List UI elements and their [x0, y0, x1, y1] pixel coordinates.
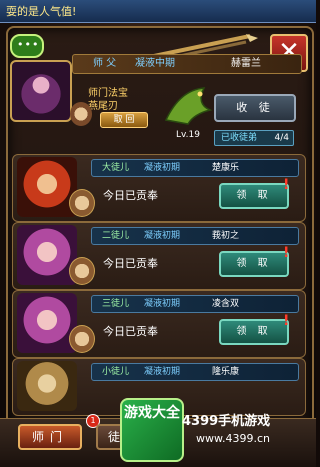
disciple-name: 楚康乐	[212, 163, 240, 173]
master-name: 赫雷兰	[231, 58, 261, 69]
recruited-label: 已收徒弟	[221, 133, 258, 143]
watermark-url: www.4399.cn	[196, 432, 270, 445]
disciple-info-bar: 小徒儿 凝液初期 隆乐康	[91, 363, 299, 381]
disciple-name: 凌含双	[212, 299, 240, 309]
disciple-pet-avatar	[69, 189, 95, 217]
alert-icon: !	[283, 177, 290, 193]
disciple-info-bar: 三徒儿 凝液初期 凌含双	[91, 295, 299, 313]
disciple-info-bar: 大徒儿 凝液初期 楚康乐	[91, 159, 299, 177]
top-banner-text: 耍的是人气值!	[6, 5, 77, 18]
disciple-rank: 大徒儿	[102, 163, 130, 173]
disciple-rank: 三徒儿	[102, 299, 130, 309]
disciple-card-3: 三徒儿 凝液初期 凌含双 今日已贡奉 领 取 !	[12, 290, 306, 358]
chat-icon[interactable]: •••	[10, 34, 44, 58]
claim-button[interactable]: 领 取	[219, 183, 289, 209]
master-pet-avatar	[70, 102, 92, 126]
claim-button[interactable]: 领 取	[219, 319, 289, 345]
4399-logo: 游戏大全	[120, 398, 184, 462]
tribute-status: 今日已贡奉	[103, 257, 158, 270]
disciple-stage: 凝液初期	[144, 299, 181, 309]
chat-icon-glyph: •••	[17, 38, 40, 51]
recruit-button[interactable]: 收 徒	[214, 94, 296, 122]
master-stage: 凝液中期	[135, 58, 175, 69]
disciple-portrait[interactable]	[17, 225, 77, 285]
disciple-rank: 小徒儿	[102, 367, 130, 377]
alert-icon: !	[283, 245, 290, 261]
dragon-pet-icon	[164, 87, 213, 125]
tribute-status: 今日已贡奉	[103, 325, 158, 338]
disciple-portrait[interactable]	[17, 157, 77, 217]
retrieve-button[interactable]: 取 回	[100, 112, 148, 128]
disciple-stage: 凝液初期	[144, 231, 181, 241]
master-level: Lv.19	[176, 130, 200, 140]
disciple-name: 莪初之	[212, 231, 240, 241]
disciple-stage: 凝液初期	[144, 163, 181, 173]
claim-button[interactable]: 领 取	[219, 251, 289, 277]
master-header-bar: 师 父 凝液中期 赫雷兰	[72, 54, 302, 74]
recruited-count: 4/4	[274, 133, 289, 143]
treasure-name: 燕尾刃	[88, 101, 118, 112]
disciple-pet-avatar	[69, 257, 95, 285]
disciple-card-2: 二徒儿 凝液初期 莪初之 今日已贡奉 领 取 !	[12, 222, 306, 290]
disciple-portrait[interactable]	[17, 361, 77, 411]
watermark-title: 4399手机游戏	[182, 414, 271, 429]
disciple-info-bar: 二徒儿 凝液初期 莪初之	[91, 227, 299, 245]
alert-icon: !	[283, 313, 290, 329]
tribute-status: 今日已贡奉	[103, 189, 158, 202]
disciple-rank: 二徒儿	[102, 231, 130, 241]
top-banner: 耍的是人气值!	[0, 0, 316, 23]
tab-master[interactable]: 师门	[18, 424, 82, 450]
disciple-name: 隆乐康	[212, 367, 240, 377]
master-label: 师 父	[93, 58, 117, 69]
disciple-pet-avatar	[69, 325, 95, 353]
disciple-stage: 凝液初期	[144, 367, 181, 377]
disciple-portrait[interactable]	[17, 293, 77, 353]
recruited-counter: 已收徒弟 4/4	[214, 130, 294, 146]
disciple-card-1: 大徒儿 凝液初期 楚康乐 今日已贡奉 领 取 !	[12, 154, 306, 222]
master-avatar[interactable]	[10, 60, 72, 122]
